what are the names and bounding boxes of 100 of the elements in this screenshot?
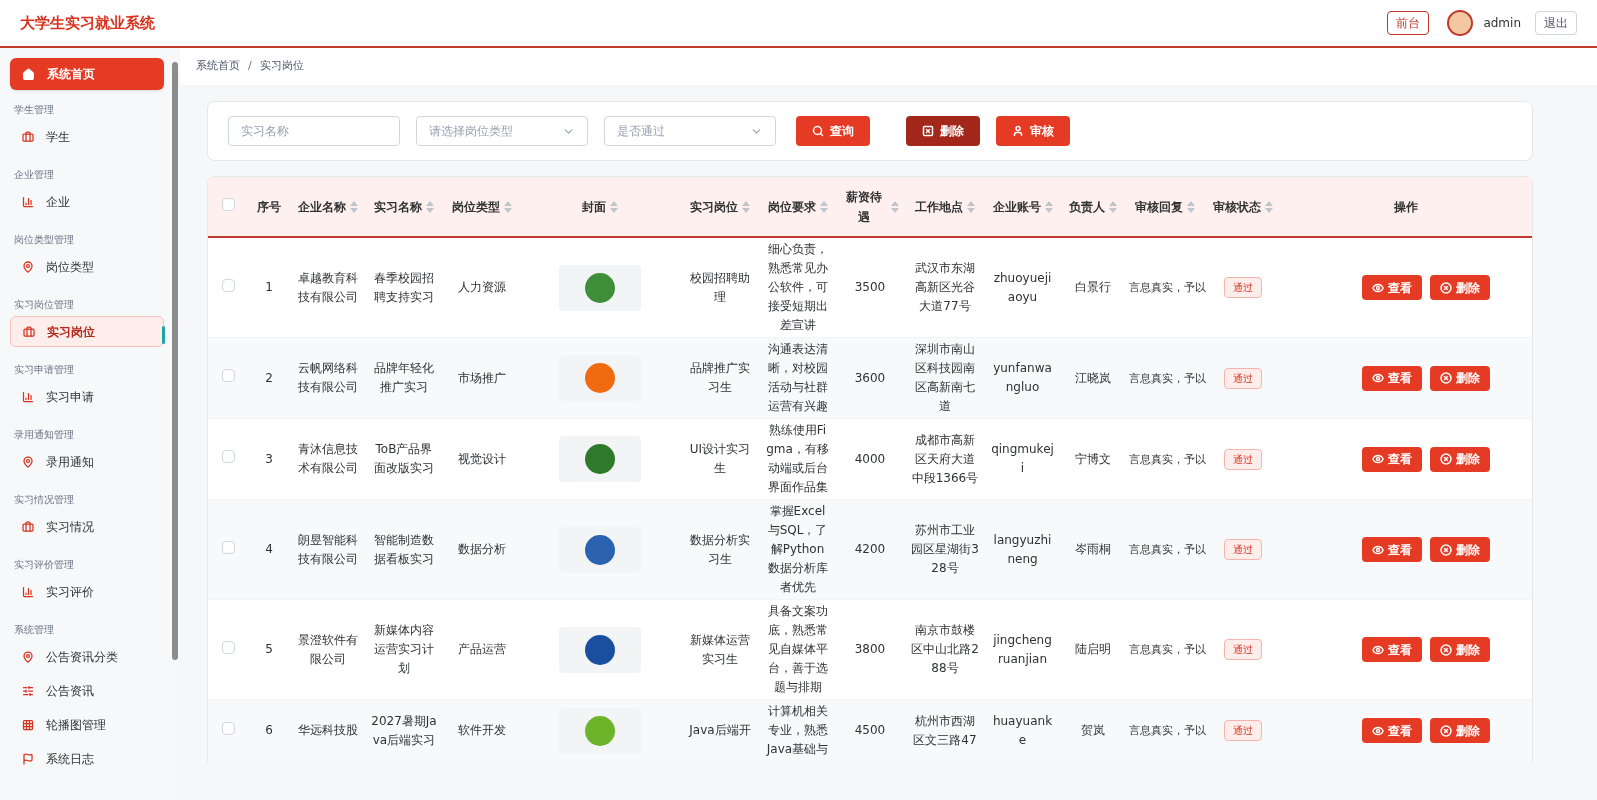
audit-button[interactable]: 审核 bbox=[996, 116, 1070, 146]
briefcase-icon bbox=[22, 520, 34, 533]
table-cell-text: 3500 bbox=[854, 279, 886, 296]
table-cell-text: 新媒体运营实习生 bbox=[689, 631, 751, 668]
table-cell-text: 青沐信息技术有限公司 bbox=[296, 441, 359, 477]
checkbox[interactable] bbox=[221, 278, 235, 292]
sidebar-item[interactable]: 实习岗位 bbox=[10, 316, 164, 347]
delete-button[interactable]: 删除 bbox=[1430, 365, 1490, 391]
table-cell-text: 智能制造数据看板实习 bbox=[373, 531, 435, 568]
group-title: 实习评价管理 bbox=[13, 558, 75, 572]
status-tag: 通过 bbox=[1223, 448, 1262, 470]
table-cell-text: 数据分析 bbox=[457, 541, 506, 558]
checkbox[interactable] bbox=[221, 540, 235, 554]
view-button[interactable]: 查看 bbox=[1362, 718, 1422, 743]
sidebar-item[interactable]: 学生 bbox=[10, 121, 164, 152]
table-cell-text: 岑雨桐 bbox=[1074, 541, 1111, 558]
delete-button[interactable]: 删除 bbox=[1430, 537, 1490, 562]
table-cell-text: 具备文案功底，熟悉常见自媒体平台，善于选题与排期 bbox=[766, 603, 829, 696]
table-cell-text: 杭州市西湖区文三路47 bbox=[912, 712, 978, 749]
column-header: 负责人 bbox=[1068, 198, 1105, 216]
table-cell: 言息真实，予以 bbox=[1129, 452, 1206, 466]
table-cell-text: zhuoyuejiaoyu bbox=[992, 269, 1053, 306]
table-cell-text: 校园招聘助理 bbox=[689, 269, 751, 306]
table-cell: 言息真实，予以 bbox=[1129, 543, 1206, 557]
table-cell-text: 6 bbox=[265, 722, 273, 739]
sort-icon[interactable] bbox=[426, 200, 434, 213]
table-cell-text: 5 bbox=[265, 641, 273, 658]
view-button[interactable]: 查看 bbox=[1362, 537, 1422, 562]
table-cell: 言息真实，予以 bbox=[1129, 724, 1206, 738]
search-field[interactable]: 实习名称 bbox=[228, 116, 400, 146]
sort-icon[interactable] bbox=[819, 200, 828, 213]
breadcrumb-link[interactable]: 实习岗位 bbox=[259, 58, 304, 75]
sidebar-item[interactable]: 实习情况 bbox=[10, 511, 164, 542]
sidebar-item[interactable]: 实习申请 bbox=[10, 381, 164, 412]
table-cell-text: 4500 bbox=[854, 722, 886, 739]
view-button[interactable]: 查看 bbox=[1362, 446, 1422, 472]
group-title: 录用通知管理 bbox=[13, 428, 75, 442]
table-cell-text: 品牌年轻化推广实习 bbox=[373, 360, 435, 396]
group-title: 系统管理 bbox=[13, 623, 55, 637]
sidebar-item[interactable]: 录用通知 bbox=[10, 446, 164, 477]
user-icon bbox=[1012, 125, 1024, 137]
table-cell-text: 朗昱智能科技有限公司 bbox=[296, 531, 359, 568]
delete-button[interactable]: 删除 bbox=[1430, 718, 1490, 743]
group-title: 企业管理 bbox=[13, 168, 55, 182]
view-button[interactable]: 查看 bbox=[1362, 637, 1422, 662]
logout-button[interactable]: 退出 bbox=[1535, 11, 1577, 35]
checkbox[interactable] bbox=[221, 721, 235, 735]
checkbox[interactable] bbox=[221, 640, 235, 654]
breadcrumb-link[interactable]: 系统首页 bbox=[196, 58, 240, 75]
table-cell-text: 陆启明 bbox=[1074, 641, 1111, 658]
table-cell-text: 3 bbox=[265, 450, 273, 468]
front-button[interactable]: 前台 bbox=[1387, 11, 1430, 35]
table-cell: 言息真实，予以 bbox=[1129, 281, 1206, 295]
delete-button[interactable]: 删除 bbox=[1430, 446, 1490, 472]
status-tag: 通过 bbox=[1223, 367, 1262, 389]
sidebar-item[interactable]: 公告资讯分类 bbox=[10, 641, 164, 672]
sidebar-item[interactable]: 轮播图管理 bbox=[10, 709, 164, 740]
sort-icon[interactable] bbox=[1187, 200, 1195, 213]
delete-button[interactable]: 删除 bbox=[906, 116, 980, 146]
sort-icon[interactable] bbox=[610, 200, 618, 213]
view-button[interactable]: 查看 bbox=[1362, 365, 1422, 391]
sort-icon[interactable] bbox=[349, 200, 358, 213]
column-header: 封面 bbox=[582, 198, 606, 216]
table-cell-text: UI设计实习生 bbox=[688, 441, 752, 477]
sort-icon[interactable] bbox=[1108, 200, 1117, 213]
sidebar-item[interactable]: 公告资讯 bbox=[10, 675, 164, 706]
group-title: 实习情况管理 bbox=[13, 493, 75, 507]
table-cell: 言息真实，予以 bbox=[1129, 643, 1206, 657]
sidebar-item[interactable]: 岗位类型 bbox=[10, 251, 164, 282]
home-nav-item[interactable]: 系统首页 bbox=[10, 58, 164, 90]
delete-button[interactable]: 删除 bbox=[1430, 637, 1490, 662]
sort-icon[interactable] bbox=[891, 200, 899, 213]
table-cell-text: 白景行 bbox=[1074, 279, 1111, 296]
flag-icon bbox=[22, 752, 34, 765]
table-cell-text: 贺岚 bbox=[1080, 722, 1105, 739]
search-icon bbox=[812, 125, 824, 137]
sort-icon[interactable] bbox=[1264, 200, 1273, 213]
delete-button[interactable]: 删除 bbox=[1430, 275, 1490, 300]
sidebar-item[interactable]: 企业 bbox=[10, 186, 164, 217]
table-cell-text: 卓越教育科技有限公司 bbox=[296, 269, 359, 306]
sort-icon[interactable] bbox=[967, 200, 975, 213]
status-tag: 通过 bbox=[1223, 277, 1262, 298]
x-circle-icon bbox=[1440, 724, 1452, 737]
sidebar-item[interactable]: 实习评价 bbox=[10, 576, 164, 607]
bar-chart-icon bbox=[22, 195, 34, 208]
checkbox[interactable] bbox=[221, 450, 235, 463]
view-button[interactable]: 查看 bbox=[1362, 275, 1422, 300]
column-header: 企业名称 bbox=[297, 198, 346, 216]
checkbox[interactable] bbox=[221, 369, 235, 382]
checkbox[interactable] bbox=[221, 197, 235, 211]
active-indicator bbox=[162, 326, 165, 344]
table-cell-text: huayuanke bbox=[991, 712, 1054, 749]
table-cell-text: langyuzhineng bbox=[992, 531, 1053, 568]
sort-icon[interactable] bbox=[742, 200, 750, 213]
sort-icon[interactable] bbox=[1044, 200, 1053, 213]
table-cell-text: 视觉设计 bbox=[457, 450, 506, 468]
sidebar-item[interactable]: 系统日志 bbox=[10, 743, 164, 774]
sort-icon[interactable] bbox=[503, 200, 512, 213]
search-button[interactable]: 查询 bbox=[796, 116, 870, 146]
table-cell-text: 成都市高新区天府大道中段1366号 bbox=[911, 431, 979, 487]
